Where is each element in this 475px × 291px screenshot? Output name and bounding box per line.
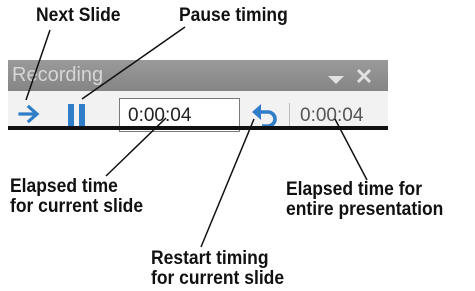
leader-pause [81, 26, 186, 100]
leader-next-slide [25, 29, 51, 101]
leader-elapsed-slide [105, 117, 167, 177]
leader-restart [200, 118, 255, 248]
callout-leader-lines [25, 26, 368, 248]
leader-elapsed-presentation [334, 118, 368, 181]
